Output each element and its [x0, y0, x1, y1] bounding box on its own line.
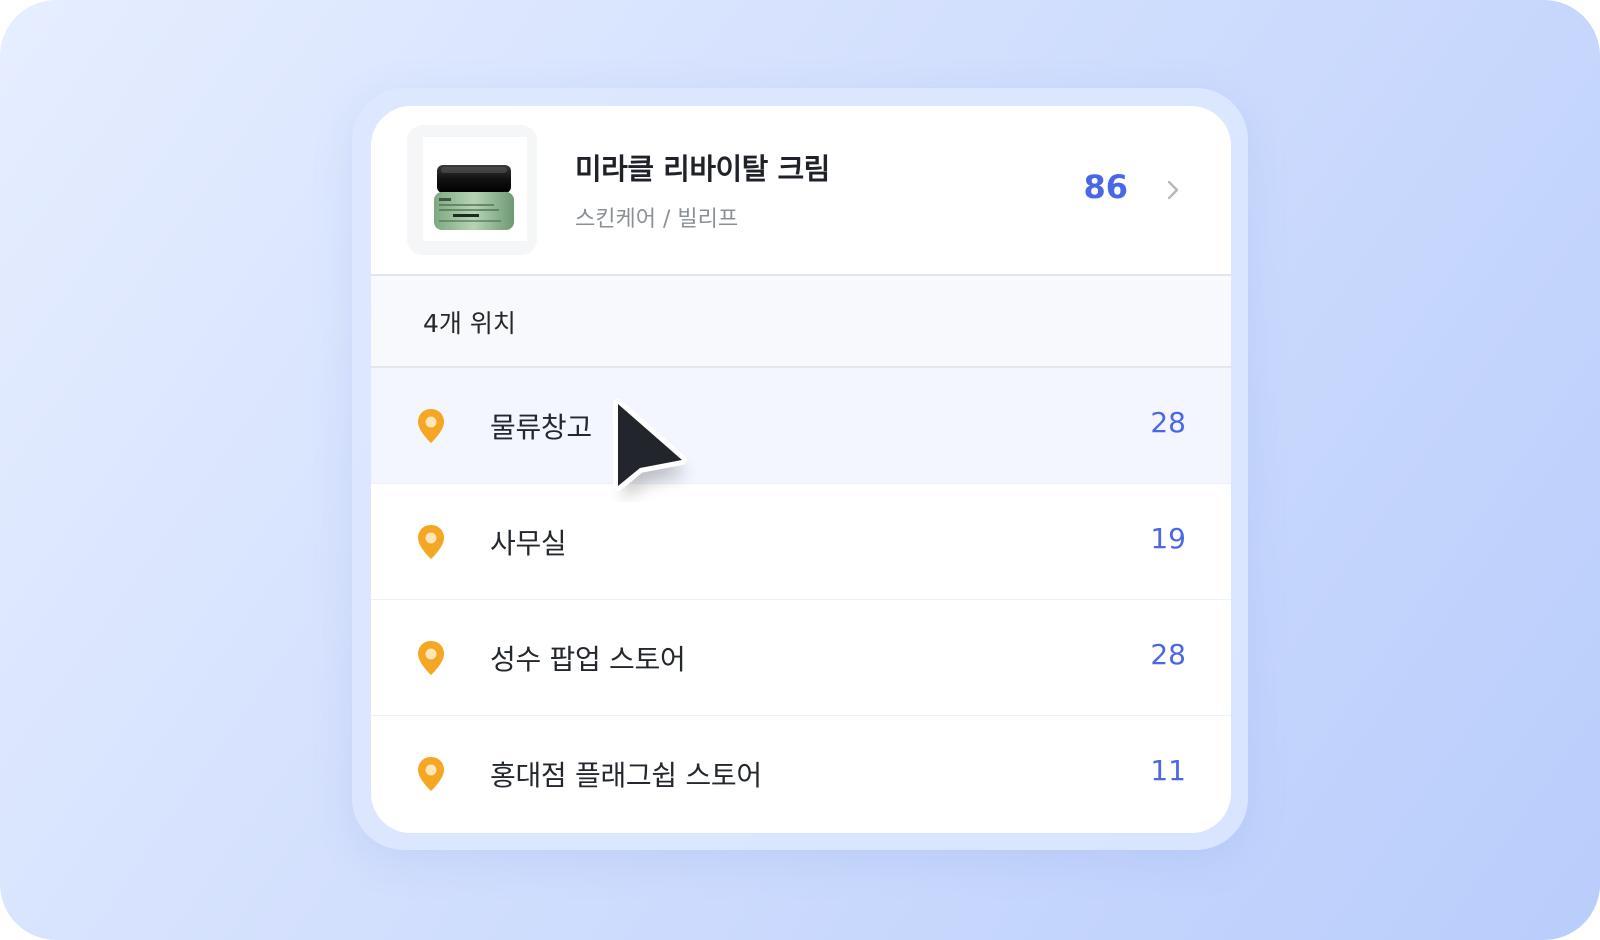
location-count: 19 [1150, 522, 1186, 555]
location-row[interactable]: 홍대점 플래그쉽 스토어 11 [371, 716, 1231, 832]
inventory-card: 미라클 리바이탈 크림 스킨케어 / 빌리프 86 4개 위치 물류창고 28 … [371, 106, 1231, 833]
location-count: 28 [1150, 406, 1186, 439]
map-pin-icon [416, 524, 446, 560]
location-name: 사무실 [490, 527, 567, 560]
product-category: 스킨케어 / 빌리프 [575, 207, 739, 232]
product-name: 미라클 리바이탈 크림 [575, 152, 830, 186]
location-count: 11 [1150, 754, 1186, 787]
map-pin-icon [416, 408, 446, 444]
location-row[interactable]: 성수 팝업 스토어 28 [371, 600, 1231, 716]
map-pin-icon [416, 640, 446, 676]
chevron-right-icon[interactable] [1161, 178, 1185, 202]
product-header[interactable]: 미라클 리바이탈 크림 스킨케어 / 빌리프 86 [371, 106, 1231, 274]
map-pin-icon [416, 756, 446, 792]
location-name: 물류창고 [490, 411, 592, 444]
total-quantity: 86 [1083, 168, 1128, 206]
location-row[interactable]: 사무실 19 [371, 484, 1231, 600]
locations-section-header: 4개 위치 [371, 274, 1231, 368]
location-count: 28 [1150, 638, 1186, 671]
mouse-pointer-icon [612, 398, 708, 502]
location-name: 홍대점 플래그쉽 스토어 [490, 759, 762, 792]
product-thumbnail [407, 125, 537, 255]
locations-count-label: 4개 위치 [423, 309, 516, 338]
location-name: 성수 팝업 스토어 [490, 643, 686, 676]
location-row[interactable]: 물류창고 28 [371, 368, 1231, 484]
cream-jar-icon [423, 137, 527, 241]
